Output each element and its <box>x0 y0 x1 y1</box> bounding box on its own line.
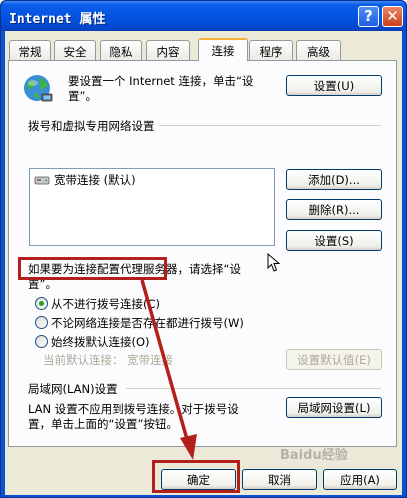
radio-dial-when-needed-label[interactable]: 不论网络连接是否存在都进行拨号(W) <box>51 315 244 331</box>
remove-button[interactable]: 删除(R)... <box>286 199 382 220</box>
tab-connections[interactable]: 连接 <box>198 38 248 61</box>
add-button[interactable]: 添加(D)... <box>286 169 382 190</box>
current-default-label: 当前默认连接： <box>43 353 124 367</box>
watermark: Baidu经验 <box>280 448 348 463</box>
internet-properties-window: Internet 属性 ? ✕ 常规 安全 隐私 内容 连接 程序 高级 要设置… <box>0 0 407 498</box>
radio-always-dial-control[interactable] <box>35 335 48 348</box>
dialup-section-heading: 拨号和虚拟专用网络设置 <box>28 119 155 133</box>
help-icon: ? <box>364 7 373 25</box>
radio-dial-when-needed-control[interactable] <box>35 316 48 329</box>
setup-button[interactable]: 设置(U) <box>286 75 382 96</box>
lan-settings-button[interactable]: 局域网设置(L) <box>286 397 382 418</box>
lan-section-heading: 局域网(LAN)设置 <box>28 382 118 396</box>
current-default-value: 宽带连接 <box>127 353 173 367</box>
dialup-section-divider <box>159 125 381 126</box>
window-title: Internet 属性 <box>9 12 106 27</box>
radio-never-dial-label[interactable]: 从不进行拨号连接(C) <box>51 296 160 312</box>
title-bar[interactable]: Internet 属性 ? ✕ <box>1 1 406 31</box>
list-item[interactable]: 宽带连接 (默认) <box>34 172 136 188</box>
dialup-settings-button[interactable]: 设置(S) <box>286 230 382 251</box>
close-icon: ✕ <box>386 7 399 25</box>
connection-list[interactable]: 宽带连接 (默认) <box>29 168 275 246</box>
mouse-cursor-icon <box>267 253 281 272</box>
dialup-connection-icon <box>34 176 50 185</box>
lan-description-line2: 置，单击上面的“设置”按钮。 <box>28 417 178 431</box>
apply-button[interactable]: 应用(A) <box>323 469 397 490</box>
highlight-box-never-dial <box>18 257 167 280</box>
tab-advanced[interactable]: 高级 <box>296 40 341 60</box>
highlight-box-ok <box>152 460 240 493</box>
set-default-button[interactable]: 设置默认值(E) <box>286 349 382 370</box>
tab-security[interactable]: 安全 <box>54 40 96 60</box>
radio-always-dial-label[interactable]: 始终拨默认连接(O) <box>51 334 150 350</box>
help-button[interactable]: ? <box>358 6 379 27</box>
tab-privacy[interactable]: 隐私 <box>100 40 142 60</box>
tab-content[interactable]: 内容 <box>146 40 190 60</box>
cancel-button[interactable]: 取消 <box>242 469 317 490</box>
close-button[interactable]: ✕ <box>382 6 403 27</box>
globe-network-icon <box>24 75 53 102</box>
setup-description: 要设置一个 Internet 连接，单击“设置”。 <box>68 74 254 103</box>
connections-panel: 要设置一个 Internet 连接，单击“设置”。 设置(U) 拨号和虚拟专用网… <box>8 60 397 447</box>
tab-programs[interactable]: 程序 <box>249 40 293 60</box>
radio-never-dial-control[interactable] <box>35 297 48 310</box>
list-item-label: 宽带连接 (默认) <box>54 173 136 187</box>
lan-section-divider <box>126 388 381 389</box>
tab-general[interactable]: 常规 <box>9 40 51 60</box>
lan-description-line1: LAN 设置不应用到拨号连接。对于拨号设 <box>28 402 239 416</box>
